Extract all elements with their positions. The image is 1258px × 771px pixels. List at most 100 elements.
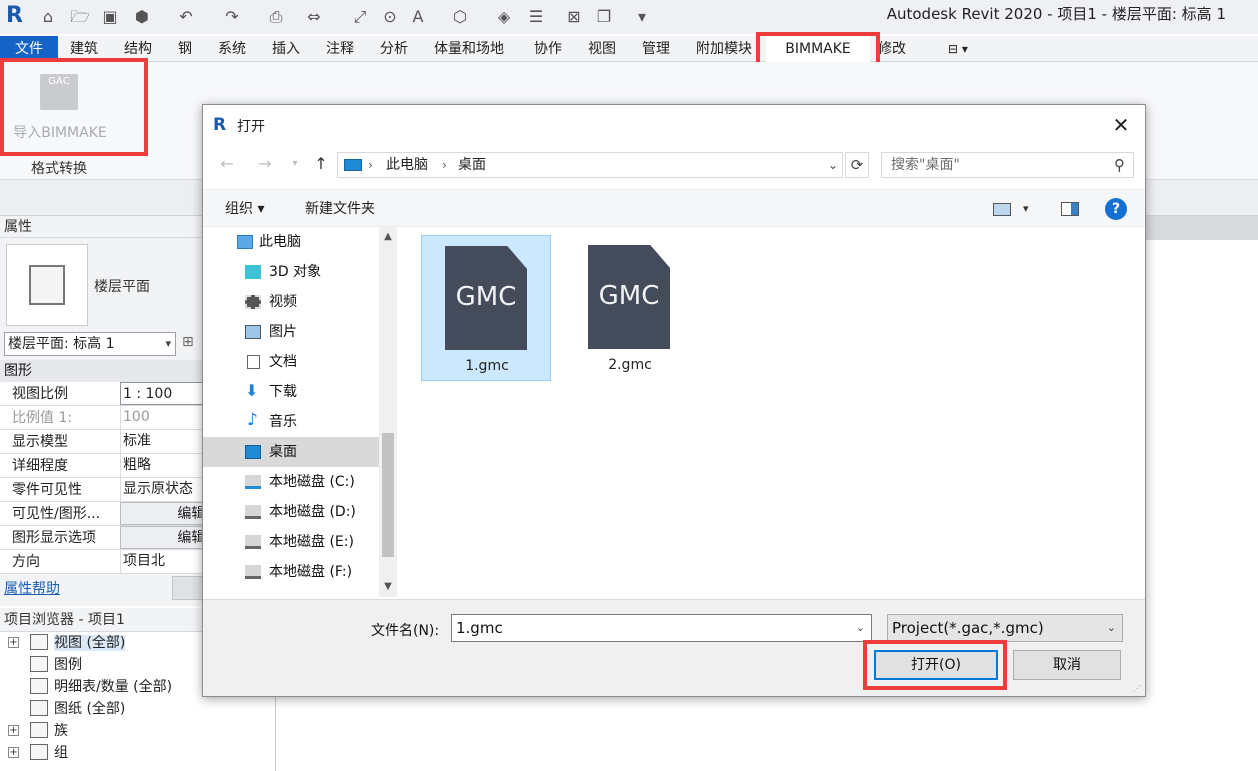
nav-scrollbar[interactable]: ▲ ▼: [379, 227, 397, 597]
dimension-icon[interactable]: ⤢: [350, 7, 370, 27]
print-icon[interactable]: ⎙: [266, 7, 286, 27]
customize-qat-icon[interactable]: ▾: [632, 7, 652, 27]
chevron-down-icon[interactable]: ▾: [1023, 190, 1029, 228]
expand-icon[interactable]: +: [8, 725, 19, 736]
nav-item-drive-d[interactable]: 本地磁盘 (D:): [203, 497, 379, 527]
browser-item-views[interactable]: + 视图 (全部): [8, 632, 126, 654]
switch-windows-icon[interactable]: ❐: [594, 7, 614, 27]
nav-item-documents[interactable]: 文档: [203, 347, 379, 377]
search-input[interactable]: 搜索"桌面" ⚲: [881, 152, 1134, 178]
revit-logo[interactable]: R: [6, 3, 23, 28]
file-item[interactable]: GMC 1.gmc: [421, 235, 551, 381]
file-item[interactable]: GMC 2.gmc: [565, 235, 695, 381]
tab-architecture[interactable]: 建筑: [66, 36, 102, 62]
expand-icon[interactable]: +: [8, 747, 19, 758]
open-button[interactable]: 打开(O): [874, 650, 998, 680]
tab-insert[interactable]: 插入: [268, 36, 304, 62]
browser-item-groups[interactable]: + 组: [8, 742, 68, 764]
back-icon[interactable]: ←: [217, 153, 237, 175]
breadcrumb-this-pc[interactable]: 此电脑: [386, 153, 428, 177]
scroll-down-icon[interactable]: ▼: [379, 581, 397, 592]
tab-bimmake[interactable]: BIMMAKE: [766, 36, 870, 62]
nav-item-downloads[interactable]: ⬇ 下载: [203, 377, 379, 407]
tab-manage[interactable]: 管理: [638, 36, 674, 62]
tab-view[interactable]: 视图: [584, 36, 620, 62]
filetype-select[interactable]: Project(*.gac,*.gmc) ⌄: [887, 614, 1123, 642]
tab-modify[interactable]: 修改: [874, 36, 910, 62]
redo-icon[interactable]: ↷: [222, 7, 242, 27]
preview-pane-icon[interactable]: [1061, 202, 1079, 216]
browser-item-sheets[interactable]: 图纸 (全部): [30, 698, 125, 720]
browser-item-legends[interactable]: 图例: [30, 654, 82, 676]
tab-systems[interactable]: 系统: [214, 36, 250, 62]
tab-massing-site[interactable]: 体量和场地: [430, 36, 508, 62]
browser-item-families[interactable]: + 族: [8, 720, 68, 742]
file-name: 1.gmc: [465, 358, 509, 374]
nav-item-drive-f[interactable]: 本地磁盘 (F:): [203, 557, 379, 587]
refresh-icon[interactable]: ⟳: [845, 152, 869, 178]
address-bar[interactable]: › 此电脑 › 桌面 ⌄: [337, 152, 843, 178]
close-icon[interactable]: ✕: [1107, 111, 1135, 139]
dialog-titlebar[interactable]: R 打开 ✕: [203, 105, 1145, 145]
scroll-up-icon[interactable]: ▲: [379, 231, 397, 242]
film-icon: [245, 295, 261, 309]
thin-lines-icon[interactable]: ☰: [526, 7, 546, 27]
chevron-down-icon[interactable]: ⌄: [856, 615, 865, 641]
cube-icon: [245, 265, 261, 279]
undo-icon[interactable]: ↶: [176, 7, 196, 27]
nav-item-videos[interactable]: 视频: [203, 287, 379, 317]
filename-input[interactable]: 1.gmc ⌄: [451, 614, 872, 642]
expand-icon[interactable]: +: [8, 637, 19, 648]
command-bar: 组织 ▾ 新建文件夹 ▾ ?: [203, 189, 1145, 227]
file-list: GMC 1.gmc GMC 2.gmc: [399, 227, 1145, 597]
save-icon[interactable]: ▣: [100, 7, 120, 27]
import-bimmake-label: 导入BIMMAKE: [13, 125, 107, 141]
type-selector[interactable]: 楼层平面: 标高 1 ▾: [4, 332, 176, 356]
up-icon[interactable]: ↑: [311, 153, 331, 175]
tab-steel[interactable]: 钢: [174, 36, 196, 62]
chevron-down-icon[interactable]: ⌄: [828, 153, 838, 177]
new-folder-button[interactable]: 新建文件夹: [305, 190, 375, 228]
organize-button[interactable]: 组织 ▾: [225, 190, 264, 228]
3d-view-icon[interactable]: ⬡: [450, 7, 470, 27]
help-icon[interactable]: ?: [1105, 198, 1127, 220]
tab-annotate[interactable]: 注释: [322, 36, 358, 62]
breadcrumb-desktop[interactable]: 桌面: [458, 153, 486, 177]
cancel-button[interactable]: 取消: [1013, 650, 1121, 680]
text-icon[interactable]: A: [408, 7, 428, 27]
ribbon-minimize-icon[interactable]: ⊟ ▾: [944, 36, 972, 62]
music-icon: ♪: [247, 410, 258, 430]
scroll-thumb[interactable]: [382, 433, 394, 557]
nav-item-pictures[interactable]: 图片: [203, 317, 379, 347]
nav-item-drive-c[interactable]: 本地磁盘 (C:): [203, 467, 379, 497]
sync-icon[interactable]: ⬢: [132, 7, 152, 27]
resize-grip-icon[interactable]: ⋰: [1133, 684, 1143, 694]
open-folder-icon[interactable]: 🗁: [70, 7, 90, 27]
nav-item-desktop[interactable]: 桌面: [203, 437, 379, 467]
chevron-right-icon[interactable]: ›: [442, 153, 447, 177]
change-view-icon[interactable]: [993, 203, 1011, 216]
property-key: 比例值 1:: [12, 410, 73, 426]
tag-icon[interactable]: ⊙: [380, 7, 400, 27]
browser-item-schedules[interactable]: 明细表/数量 (全部): [30, 676, 172, 698]
tab-analyze[interactable]: 分析: [376, 36, 412, 62]
properties-help-link[interactable]: 属性帮助: [4, 578, 60, 598]
tab-collaborate[interactable]: 协作: [530, 36, 566, 62]
home-icon[interactable]: ⌂: [38, 7, 58, 27]
close-hidden-icon[interactable]: ⊠: [564, 7, 584, 27]
tab-file[interactable]: 文件: [0, 36, 58, 62]
recent-locations-icon[interactable]: ▾: [285, 153, 305, 175]
edit-type-icon[interactable]: ⊞: [182, 334, 200, 354]
nav-item-drive-e[interactable]: 本地磁盘 (E:): [203, 527, 379, 557]
nav-item-this-pc[interactable]: 此电脑: [203, 227, 379, 257]
tab-structure[interactable]: 结构: [120, 36, 156, 62]
chevron-right-icon[interactable]: ›: [368, 153, 373, 177]
import-bimmake-button[interactable]: GAC 导入BIMMAKE: [6, 70, 114, 150]
measure-icon[interactable]: ⇔: [304, 7, 324, 27]
computer-icon: [237, 235, 253, 249]
tab-addins[interactable]: 附加模块: [692, 36, 756, 62]
nav-item-music[interactable]: ♪ 音乐: [203, 407, 379, 437]
section-icon[interactable]: ◈: [494, 7, 514, 27]
nav-item-3d-objects[interactable]: 3D 对象: [203, 257, 379, 287]
forward-icon[interactable]: →: [255, 153, 275, 175]
